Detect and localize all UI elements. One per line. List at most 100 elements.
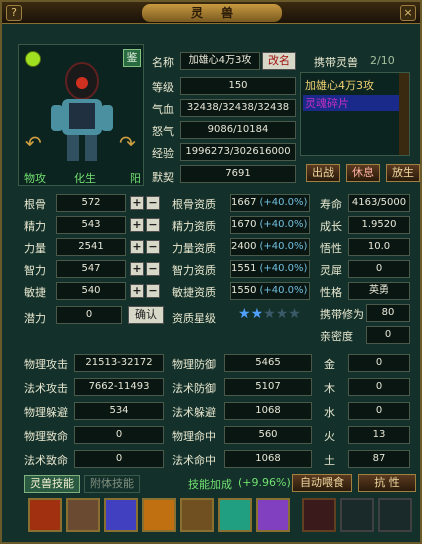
aptitude-label: 力量资质 xyxy=(172,242,216,255)
appraise-button[interactable]: 鉴 xyxy=(123,49,141,67)
element-value: 13 xyxy=(348,426,410,444)
plus-button[interactable]: + xyxy=(130,284,144,298)
combat-label: 物理防御 xyxy=(172,358,216,371)
aptitude-stars: ★★★★★ xyxy=(238,306,301,322)
auto-feed-button[interactable]: 自动喂食 xyxy=(292,474,352,492)
element-value: 0 xyxy=(348,354,410,372)
fight-button[interactable]: 出战 xyxy=(306,164,340,182)
combat-value: 534 xyxy=(74,402,164,420)
attr-label: 智力 xyxy=(24,264,46,277)
combat-label: 物理致命 xyxy=(24,430,68,443)
combat-label: 物理躲避 xyxy=(24,406,68,419)
aptitude-value-box: 1550 (+40.0%) xyxy=(230,282,310,300)
minus-button[interactable]: − xyxy=(146,262,160,276)
skill-slot-icon[interactable] xyxy=(142,498,176,532)
stat-label: 成长 xyxy=(320,220,342,233)
window-title: 灵兽 xyxy=(142,4,282,22)
combat-value: 5107 xyxy=(224,378,312,396)
plus-button[interactable]: + xyxy=(130,240,144,254)
element-label: 水 xyxy=(324,406,335,419)
stat-label: 悟性 xyxy=(320,242,342,255)
aptitude-bonus: (+40.0%) xyxy=(259,263,308,274)
aptitude-value: 1550 xyxy=(231,285,257,296)
attr-value: 572 xyxy=(56,194,126,212)
minus-button[interactable]: − xyxy=(146,240,160,254)
element-label: 火 xyxy=(324,430,335,443)
combat-label: 法术攻击 xyxy=(24,382,68,395)
attr-value: 2541 xyxy=(56,238,126,256)
combat-value: 7662-11493 xyxy=(74,378,164,396)
skill-slot-icon[interactable] xyxy=(180,498,214,532)
plus-button[interactable]: + xyxy=(130,262,144,276)
carry-item[interactable]: 加雄心4万3攻 xyxy=(305,77,374,93)
help-icon[interactable]: ? xyxy=(6,5,22,21)
star-icon: ★ xyxy=(250,306,264,322)
carry-list: 加雄心4万3攻 灵魂碎片 xyxy=(300,72,410,156)
close-icon[interactable]: × xyxy=(400,5,416,21)
carry-scrollbar[interactable] xyxy=(399,73,409,155)
name-label: 名称 xyxy=(152,56,174,69)
star-icon: ★ xyxy=(263,306,276,322)
aptitude-label: 智力资质 xyxy=(172,264,216,277)
attr-label: 根骨 xyxy=(24,198,46,211)
skill-bonus-label: 技能加成 xyxy=(188,478,232,491)
attr-label: 精力 xyxy=(24,220,46,233)
attr-value: 540 xyxy=(56,282,126,300)
skill-slot-icon[interactable] xyxy=(66,498,100,532)
hp-label: 气血 xyxy=(152,103,174,116)
attr-value: 547 xyxy=(56,260,126,278)
aptitude-label: 精力资质 xyxy=(172,220,216,233)
tab-pet-skills[interactable]: 灵兽技能 xyxy=(24,475,80,493)
combat-label: 法术防御 xyxy=(172,382,216,395)
combat-value: 21513-32172 xyxy=(74,354,164,372)
skill-slot-icon[interactable] xyxy=(28,498,62,532)
resist-button[interactable]: 抗 性 xyxy=(358,474,416,492)
aptitude-value-box: 1667 (+40.0%) xyxy=(230,194,310,212)
combat-value: 1068 xyxy=(224,402,312,420)
release-button[interactable]: 放生 xyxy=(386,164,420,182)
rest-button[interactable]: 休息 xyxy=(346,164,380,182)
stat-label: 性格 xyxy=(320,286,342,299)
star-icon: ★ xyxy=(275,306,289,322)
rename-button[interactable]: 改名 xyxy=(262,52,296,70)
carry-item[interactable]: 灵魂碎片 xyxy=(303,95,399,111)
aptitude-value-box: 2400 (+40.0%) xyxy=(230,238,310,256)
skill-slot-icon[interactable] xyxy=(104,498,138,532)
combat-label: 物理攻击 xyxy=(24,358,68,371)
element-value: 87 xyxy=(348,450,410,468)
pet-name-field: 加雄心4万3攻 xyxy=(180,52,260,70)
hp-value: 32438/32438/32438 xyxy=(180,99,296,117)
attr-label: 力量 xyxy=(24,242,46,255)
level-value: 150 xyxy=(180,77,296,95)
tab-attach-skills[interactable]: 附体技能 xyxy=(84,475,140,493)
empty-skill-slot[interactable] xyxy=(340,498,374,532)
exp-value: 1996273/302616000 xyxy=(180,143,296,161)
combat-label: 法术躲避 xyxy=(172,406,216,419)
attr-value: 543 xyxy=(56,216,126,234)
stat-value: 80 xyxy=(366,304,410,322)
confirm-button[interactable]: 确认 xyxy=(128,306,164,324)
empty-skill-slot[interactable] xyxy=(378,498,412,532)
aptitude-label: 根骨资质 xyxy=(172,198,216,211)
tacit-value: 7691 xyxy=(180,165,296,183)
plus-button[interactable]: + xyxy=(130,196,144,210)
star-icon: ★ xyxy=(238,306,251,322)
rage-label: 怒气 xyxy=(152,125,174,138)
minus-button[interactable]: − xyxy=(146,218,160,232)
skill-slot-icon[interactable] xyxy=(218,498,252,532)
plus-button[interactable]: + xyxy=(130,218,144,232)
aptitude-bonus: (+40.0%) xyxy=(259,241,308,252)
aptitude-value: 1670 xyxy=(231,219,257,230)
minus-button[interactable]: − xyxy=(146,284,160,298)
combat-value: 1068 xyxy=(224,450,312,468)
stat-value: 4163/5000 xyxy=(348,194,410,212)
rotate-right-icon[interactable]: ↷ xyxy=(119,131,136,155)
pet-element-tag: 阳 xyxy=(130,172,141,185)
rotate-left-icon[interactable]: ↶ xyxy=(25,131,42,155)
empty-skill-slot[interactable] xyxy=(302,498,336,532)
element-value: 0 xyxy=(348,378,410,396)
minus-button[interactable]: − xyxy=(146,196,160,210)
element-value: 0 xyxy=(348,402,410,420)
star-label: 资质星级 xyxy=(172,312,216,325)
skill-slot-icon[interactable] xyxy=(256,498,290,532)
